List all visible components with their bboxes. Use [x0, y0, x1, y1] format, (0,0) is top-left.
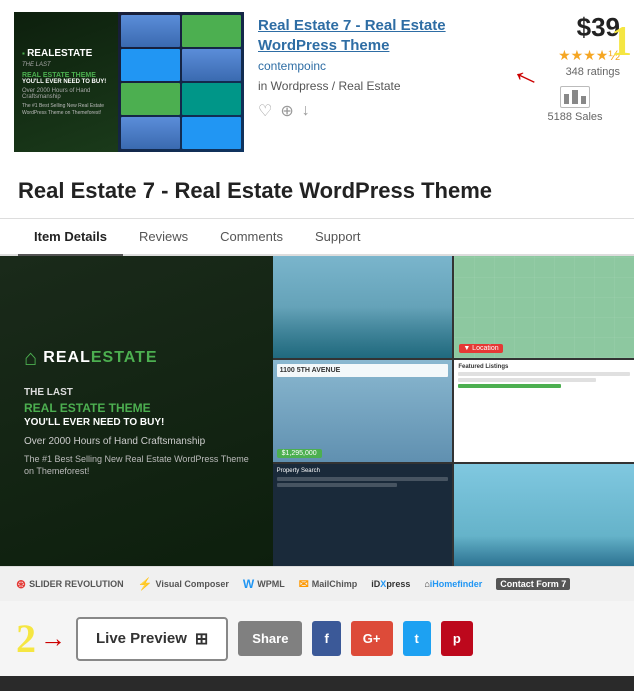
- preview-area: ⌂ REALESTATE THE LAST REAL ESTATE THEME …: [0, 256, 634, 601]
- preview-cell-property: 1100 5TH AVENUE $1,295,000: [273, 360, 453, 462]
- plugin-idxpress: iDXpress: [371, 579, 410, 589]
- preview-subtext: Over 2000 Hours of Hand Craftsmanship: [24, 436, 255, 447]
- annotation-arrow-2: →: [40, 623, 66, 654]
- sales-chart-icon: [560, 86, 590, 108]
- preview-desc: The #1 Best Selling New Real Estate Word…: [24, 453, 255, 478]
- tab-reviews[interactable]: Reviews: [123, 219, 204, 256]
- thumbnail-image: ▪ REALESTATE THE LAST REAL ESTATE THEME …: [14, 12, 244, 152]
- preview-tagline: THE LAST: [24, 387, 255, 398]
- product-actions: ♡ ⊕ ↓: [258, 101, 516, 121]
- action-bar: 2 → Live Preview ⊞ Share f G+ t p: [0, 601, 634, 676]
- preview-cell-map: ▼ Location: [454, 256, 634, 358]
- annotation-number-2: 2: [16, 615, 36, 662]
- product-price: $39: [530, 12, 620, 43]
- sales-count: 5188 Sales: [547, 111, 602, 123]
- plugin-visual-composer: ⚡ Visual Composer: [138, 577, 229, 591]
- live-preview-button[interactable]: Live Preview ⊞: [76, 617, 228, 661]
- plugin-wpml: W WPML: [243, 577, 285, 591]
- monitor-icon: ⊞: [195, 629, 208, 649]
- tab-item-details[interactable]: Item Details: [18, 219, 123, 256]
- download-icon[interactable]: ↓: [302, 102, 310, 120]
- preview-right-panel: ▼ Location 1100 5TH AVENUE $1,295,000 Fe…: [273, 256, 634, 566]
- product-info: Real Estate 7 - Real Estate WordPress Th…: [258, 12, 516, 121]
- favorite-icon[interactable]: ♡: [258, 101, 272, 121]
- main-title-bar: Real Estate 7 - Real Estate WordPress Th…: [0, 164, 634, 219]
- preview-cell-house: [273, 256, 453, 358]
- plugin-ihomefinder: ⌂iHomefinder: [424, 579, 482, 589]
- pinterest-button[interactable]: p: [441, 621, 473, 656]
- preview-tagline2: YOU'LL EVER NEED TO BUY!: [24, 417, 255, 428]
- product-author[interactable]: contempoinc: [258, 59, 516, 73]
- main-title: Real Estate 7 - Real Estate WordPress Th…: [18, 178, 616, 204]
- annotation-number-1: 1: [611, 18, 632, 66]
- annotation-2-group: 2 →: [16, 615, 66, 662]
- tab-support[interactable]: Support: [299, 219, 377, 256]
- tab-comments[interactable]: Comments: [204, 219, 299, 256]
- preview-highlight: REAL ESTATE THEME: [24, 401, 255, 415]
- product-card: ▪ REALESTATE THE LAST REAL ESTATE THEME …: [0, 0, 634, 164]
- product-thumbnail: ▪ REALESTATE THE LAST REAL ESTATE THEME …: [14, 12, 244, 152]
- main-content: Real Estate 7 - Real Estate WordPress Th…: [0, 164, 634, 676]
- product-title[interactable]: Real Estate 7 - Real Estate WordPress Th…: [258, 16, 516, 55]
- plugin-slider-revolution: ⊛ SLIDER REVOLUTION: [16, 577, 124, 591]
- preview-left-panel: ⌂ REALESTATE THE LAST REAL ESTATE THEME …: [0, 256, 279, 566]
- preview-brand: ⌂ REALESTATE: [24, 345, 255, 371]
- plugin-contactform7: Contact Form 7: [496, 578, 570, 590]
- preview-image: ⌂ REALESTATE THE LAST REAL ESTATE THEME …: [0, 256, 634, 566]
- live-preview-label: Live Preview: [96, 630, 187, 647]
- plugins-bar: ⊛ SLIDER REVOLUTION ⚡ Visual Composer W …: [0, 566, 634, 601]
- share-button[interactable]: Share: [238, 621, 302, 656]
- cart-icon[interactable]: ⊕: [280, 101, 293, 121]
- preview-cell-dark: Property Search: [273, 464, 453, 566]
- sales-section: 5188 Sales: [530, 86, 620, 123]
- plugin-mailchimp: ✉ MailChimp: [299, 577, 358, 591]
- preview-cell-pool: [454, 464, 634, 566]
- twitter-button[interactable]: t: [403, 621, 431, 656]
- page-content: ▪ REALESTATE THE LAST REAL ESTATE THEME …: [0, 0, 634, 676]
- tabs-bar: Item Details Reviews Comments Support: [0, 219, 634, 256]
- facebook-button[interactable]: f: [312, 621, 340, 656]
- product-category: in Wordpress / Real Estate: [258, 79, 516, 93]
- preview-cell-listing: Featured Listings: [454, 360, 634, 462]
- google-plus-button[interactable]: G+: [351, 621, 393, 656]
